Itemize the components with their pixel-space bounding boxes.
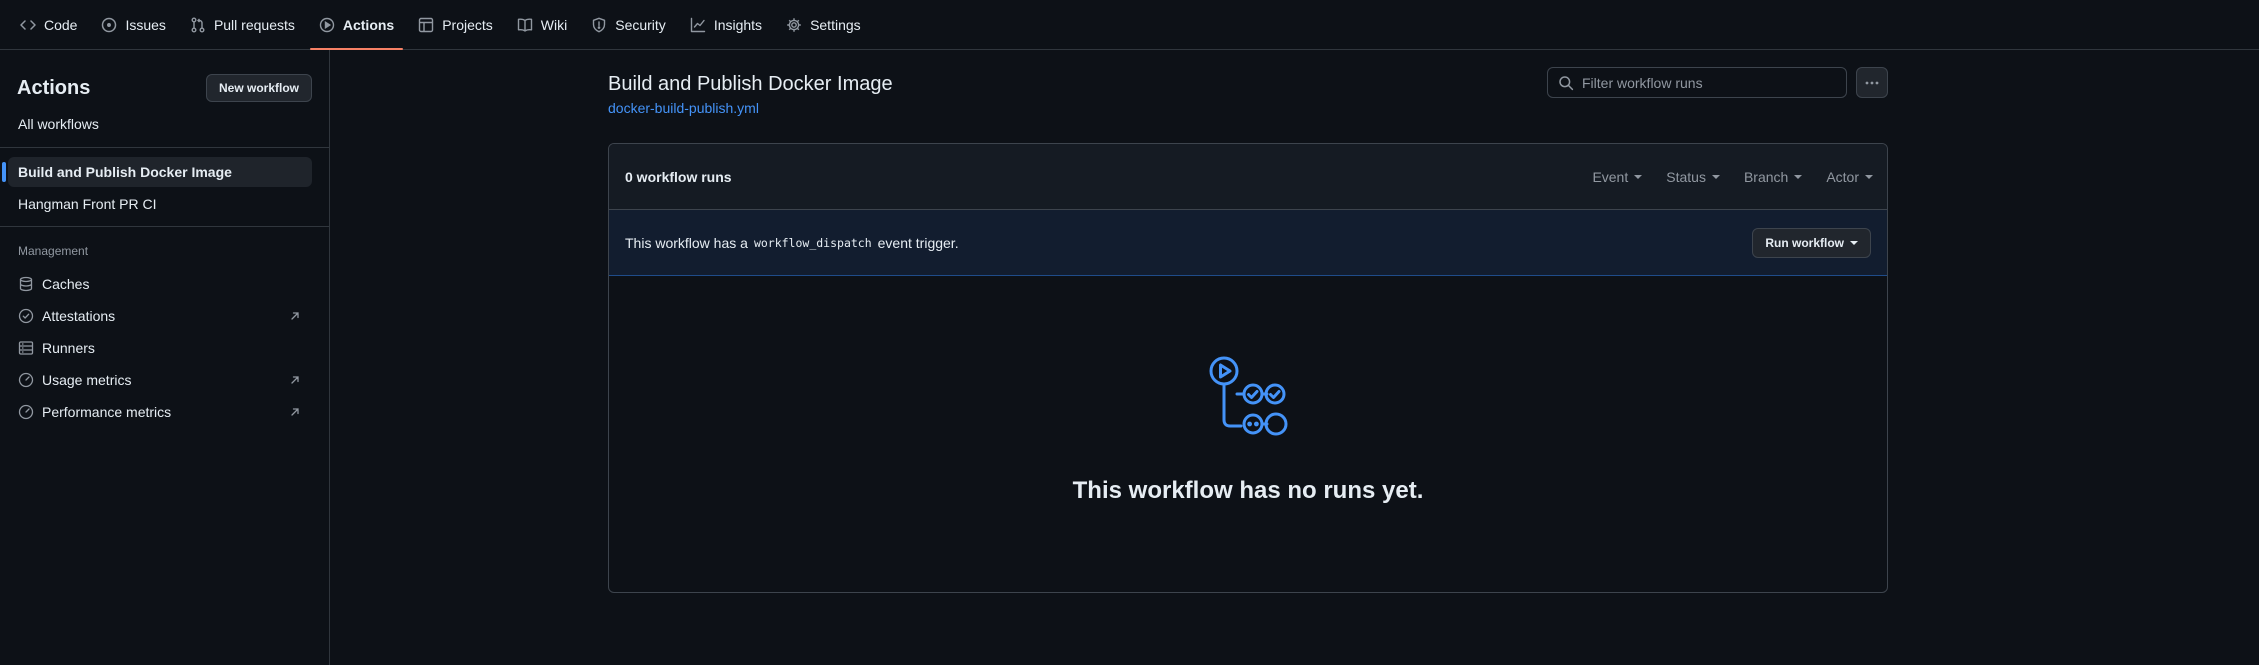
tab-settings[interactable]: Settings	[777, 0, 870, 49]
tab-pull-requests[interactable]: Pull requests	[181, 0, 304, 49]
dispatch-text-prefix: This workflow has a	[625, 234, 748, 251]
tab-label: Issues	[125, 16, 166, 33]
run-count: 0 workflow runs	[625, 168, 732, 185]
branch-filter-dropdown[interactable]: Branch	[1743, 169, 1803, 185]
sidebar-item-label: Usage metrics	[42, 372, 132, 388]
sidebar-item-label: Performance metrics	[42, 404, 172, 420]
tab-wiki[interactable]: Wiki	[508, 0, 576, 49]
tab-label: Pull requests	[213, 16, 295, 33]
issue-opened-icon	[101, 17, 117, 33]
sidebar-item-performance-metrics[interactable]: Performance metrics	[8, 397, 312, 427]
repo-nav: Code Issues Pull requests Actions Projec…	[0, 0, 2259, 50]
table-icon	[418, 17, 434, 33]
dispatch-code: workflow_dispatch	[753, 235, 872, 250]
meter-icon	[18, 404, 34, 420]
workflow-title: Build and Publish Docker Image	[608, 73, 893, 95]
database-icon	[18, 276, 34, 292]
triangle-down-icon	[1850, 241, 1858, 245]
sidebar-item-label: Runners	[42, 340, 95, 356]
triangle-down-icon	[1634, 175, 1643, 179]
sidebar-divider	[0, 147, 329, 148]
verified-icon	[18, 308, 34, 324]
triangle-down-icon	[1794, 175, 1803, 179]
search-icon	[1558, 75, 1574, 91]
git-pull-request-icon	[190, 17, 206, 33]
sidebar-item-all-workflows[interactable]: All workflows	[8, 109, 312, 139]
tab-actions[interactable]: Actions	[309, 0, 404, 50]
book-icon	[517, 17, 533, 33]
tab-security[interactable]: Security	[582, 0, 675, 49]
dropdown-label: Status	[1666, 169, 1706, 185]
tab-issues[interactable]: Issues	[92, 0, 174, 49]
filter-input[interactable]	[1582, 74, 1832, 91]
status-filter-dropdown[interactable]: Status	[1666, 169, 1720, 185]
link-external-icon	[288, 373, 302, 387]
filter-workflow-runs[interactable]	[1547, 67, 1847, 98]
tab-code[interactable]: Code	[11, 0, 86, 49]
link-external-icon	[288, 309, 302, 323]
run-workflow-label: Run workflow	[1765, 236, 1844, 250]
server-icon	[18, 340, 34, 356]
actions-sidebar: Actions New workflow All workflows Build…	[0, 50, 330, 665]
sidebar-item-label: Build and Publish Docker Image	[18, 164, 232, 180]
tab-insights[interactable]: Insights	[681, 0, 771, 49]
sidebar-divider	[0, 226, 329, 227]
dropdown-label: Event	[1592, 169, 1629, 185]
run-filters: Event Status Branch Actor	[1592, 144, 1873, 210]
new-workflow-button[interactable]: New workflow	[205, 74, 312, 102]
run-workflow-button[interactable]: Run workflow	[1752, 228, 1871, 258]
link-external-icon	[288, 405, 302, 419]
code-icon	[20, 17, 36, 33]
sidebar-title: Actions	[17, 76, 91, 99]
sidebar-item-usage-metrics[interactable]: Usage metrics	[8, 365, 312, 395]
tab-label: Code	[44, 16, 78, 33]
runs-header: 0 workflow runs Event Status Branch Acto…	[609, 144, 1887, 210]
dispatch-banner: This workflow has a workflow_dispatch ev…	[609, 210, 1887, 276]
tab-label: Insights	[713, 16, 763, 33]
dispatch-text-suffix: event trigger.	[877, 234, 959, 251]
graph-icon	[690, 17, 706, 33]
workflow-file-link[interactable]: docker-build-publish.yml	[608, 100, 759, 116]
dropdown-label: Actor	[1826, 169, 1859, 185]
sidebar-item-label: All workflows	[18, 116, 99, 132]
sidebar-item-label: Hangman Front PR CI	[18, 196, 157, 212]
tab-label: Projects	[442, 16, 493, 33]
sidebar-item-build-and-publish-docker-image[interactable]: Build and Publish Docker Image	[2, 157, 312, 187]
gear-icon	[786, 17, 802, 33]
sidebar-item-hangman-front-pr-ci[interactable]: Hangman Front PR CI	[8, 189, 312, 219]
more-options-button[interactable]	[1856, 67, 1888, 98]
sidebar-item-caches[interactable]: Caches	[8, 269, 312, 299]
kebab-horizontal-icon	[1864, 75, 1880, 91]
sidebar-header: Actions New workflow	[17, 74, 312, 102]
tab-projects[interactable]: Projects	[409, 0, 502, 49]
sidebar-item-label: Caches	[42, 276, 90, 292]
triangle-down-icon	[1711, 175, 1720, 179]
workflow-icon	[1205, 354, 1289, 438]
empty-state-message: This workflow has no runs yet.	[1072, 477, 1424, 504]
actor-filter-dropdown[interactable]: Actor	[1826, 169, 1873, 185]
meter-icon	[18, 372, 34, 388]
management-heading: Management	[18, 244, 89, 258]
tab-label: Security	[615, 16, 666, 33]
triangle-down-icon	[1865, 175, 1873, 179]
tab-label: Settings	[810, 16, 861, 33]
play-icon	[319, 17, 335, 33]
tab-label: Wiki	[540, 16, 568, 33]
dropdown-label: Branch	[1743, 169, 1789, 185]
sidebar-item-label: Attestations	[42, 308, 116, 324]
sidebar-item-attestations[interactable]: Attestations	[8, 301, 312, 331]
event-filter-dropdown[interactable]: Event	[1592, 169, 1643, 185]
shield-icon	[591, 17, 607, 33]
sidebar-item-runners[interactable]: Runners	[8, 333, 312, 363]
tab-label: Actions	[342, 16, 395, 33]
